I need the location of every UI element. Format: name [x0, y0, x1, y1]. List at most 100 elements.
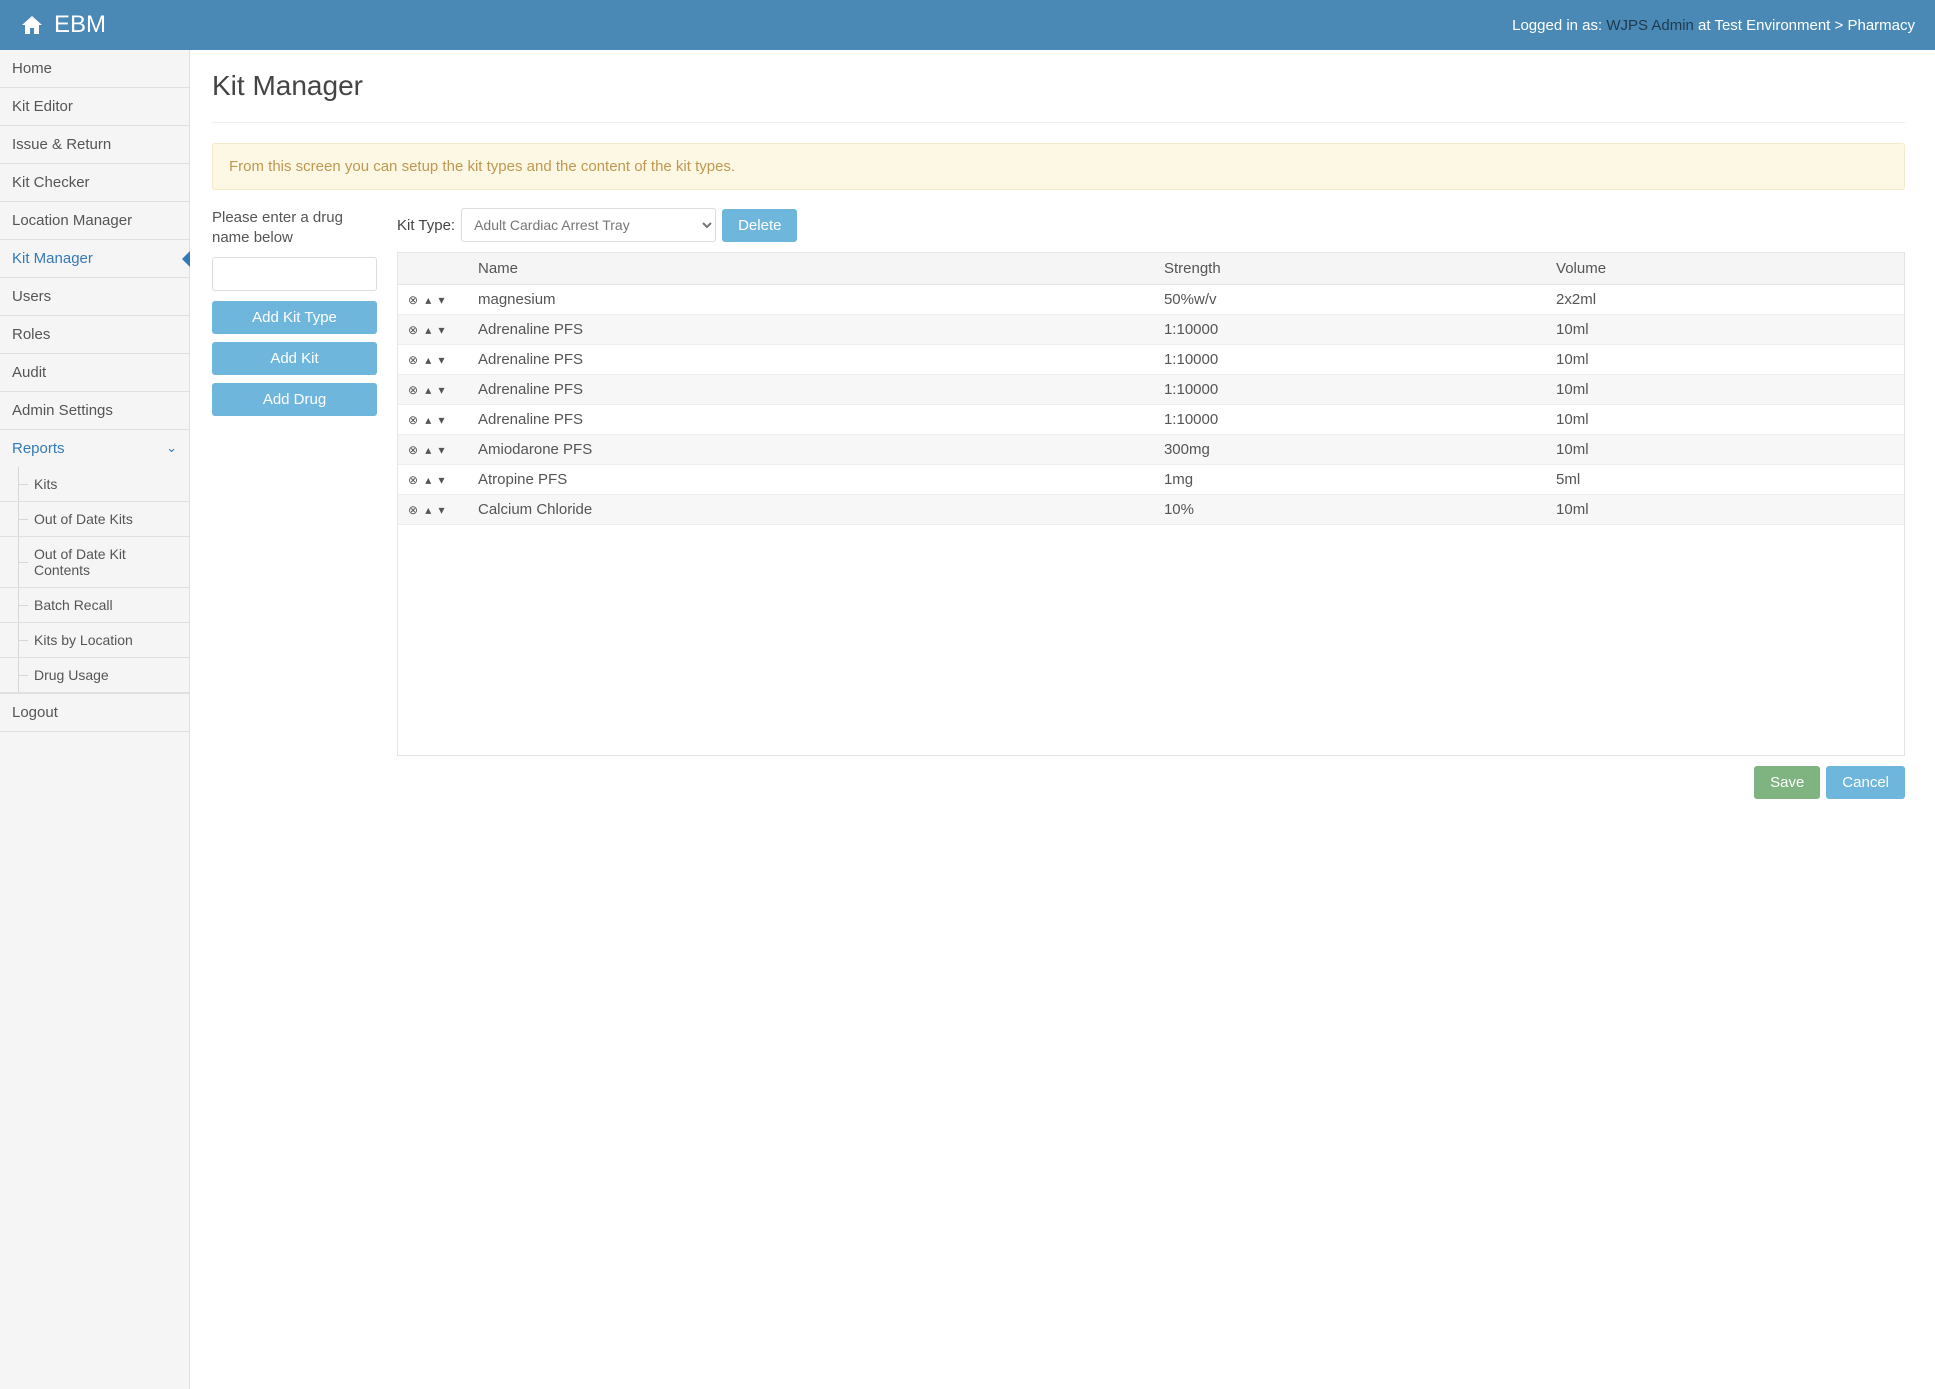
drug-hint: Please enter a drug name below [212, 208, 377, 247]
divider [212, 122, 1905, 123]
move-down-icon[interactable]: ▾ [438, 443, 444, 457]
move-up-icon[interactable]: ▴ [425, 473, 431, 487]
remove-icon[interactable]: ⊗ [408, 293, 418, 307]
table-empty-space [398, 525, 1904, 755]
move-down-icon[interactable]: ▾ [438, 503, 444, 517]
sidebar-item-kit-manager[interactable]: Kit Manager [0, 240, 189, 277]
brand[interactable]: EBM [20, 11, 106, 39]
col-name[interactable]: Name [468, 253, 1154, 285]
move-up-icon[interactable]: ▴ [425, 413, 431, 427]
kit-type-label: Kit Type: [397, 217, 455, 234]
remove-icon[interactable]: ⊗ [408, 383, 418, 397]
table-row: ⊗ ▴ ▾Atropine PFS1mg5ml [398, 465, 1904, 495]
remove-icon[interactable]: ⊗ [408, 353, 418, 367]
topbar: EBM Logged in as: WJPS Admin at Test Env… [0, 0, 1935, 50]
sidebar-item-home[interactable]: Home [0, 50, 189, 87]
table-row: ⊗ ▴ ▾magnesium50%w/v2x2ml [398, 285, 1904, 315]
cell-volume: 10ml [1546, 405, 1904, 435]
remove-icon[interactable]: ⊗ [408, 503, 418, 517]
sidebar: HomeKit EditorIssue & ReturnKit CheckerL… [0, 50, 190, 1389]
sidebar-subitem-out-of-date-kit-contents[interactable]: Out of Date Kit Contents [0, 537, 189, 587]
login-prefix: Logged in as: [1512, 17, 1606, 34]
login-location-link[interactable]: Pharmacy [1847, 17, 1915, 34]
login-status: Logged in as: WJPS Admin at Test Environ… [1512, 17, 1915, 34]
move-up-icon[interactable]: ▴ [425, 353, 431, 367]
add-kit-button[interactable]: Add Kit [212, 342, 377, 375]
chevron-down-icon: ⌄ [166, 440, 177, 456]
sidebar-item-logout[interactable]: Logout [0, 694, 189, 731]
move-down-icon[interactable]: ▾ [438, 323, 444, 337]
cell-volume: 5ml [1546, 465, 1904, 495]
move-down-icon[interactable]: ▾ [438, 293, 444, 307]
login-env-link[interactable]: Test Environment [1714, 17, 1830, 34]
save-button[interactable]: Save [1754, 766, 1820, 799]
login-user: WJPS Admin [1606, 17, 1694, 34]
move-up-icon[interactable]: ▴ [425, 383, 431, 397]
sidebar-item-admin-settings[interactable]: Admin Settings [0, 392, 189, 429]
cell-strength: 1:10000 [1154, 405, 1546, 435]
sidebar-item-issue-return[interactable]: Issue & Return [0, 126, 189, 163]
cell-volume: 10ml [1546, 495, 1904, 525]
cancel-button[interactable]: Cancel [1826, 766, 1905, 799]
cell-strength: 10% [1154, 495, 1546, 525]
move-down-icon[interactable]: ▾ [438, 353, 444, 367]
sidebar-subitem-kits-by-location[interactable]: Kits by Location [0, 623, 189, 657]
home-icon [20, 13, 44, 37]
drug-name-input[interactable] [212, 257, 377, 291]
table-row: ⊗ ▴ ▾Adrenaline PFS1:1000010ml [398, 405, 1904, 435]
move-up-icon[interactable]: ▴ [425, 293, 431, 307]
drug-entry-panel: Please enter a drug name below Add Kit T… [212, 208, 377, 424]
move-up-icon[interactable]: ▴ [425, 323, 431, 337]
col-volume[interactable]: Volume [1546, 253, 1904, 285]
reports-label: Reports [12, 440, 65, 457]
table-row: ⊗ ▴ ▾ Adrenaline PFS1:1000010ml [398, 375, 1904, 405]
page-title: Kit Manager [212, 70, 1905, 102]
move-up-icon[interactable]: ▴ [425, 503, 431, 517]
sidebar-subitem-out-of-date-kits[interactable]: Out of Date Kits [0, 502, 189, 536]
cell-name: Atropine PFS [468, 465, 1154, 495]
move-down-icon[interactable]: ▾ [438, 473, 444, 487]
cell-name: Amiodarone PFS [468, 435, 1154, 465]
cell-name: Calcium Chloride [468, 495, 1154, 525]
cell-volume: 10ml [1546, 375, 1904, 405]
cell-volume: 10ml [1546, 315, 1904, 345]
add-kit-type-button[interactable]: Add Kit Type [212, 301, 377, 334]
move-down-icon[interactable]: ▾ [438, 413, 444, 427]
cell-volume: 2x2ml [1546, 285, 1904, 315]
col-strength[interactable]: Strength [1154, 253, 1546, 285]
cell-strength: 1:10000 [1154, 315, 1546, 345]
cell-volume: 10ml [1546, 435, 1904, 465]
cell-name: Adrenaline PFS [468, 345, 1154, 375]
cell-name: Adrenaline PFS [468, 315, 1154, 345]
remove-icon[interactable]: ⊗ [408, 323, 418, 337]
cell-name: magnesium [468, 285, 1154, 315]
sidebar-item-reports[interactable]: Reports ⌄ [0, 430, 189, 467]
move-down-icon[interactable]: ▾ [438, 383, 444, 397]
cell-volume: 10ml [1546, 345, 1904, 375]
login-at: at [1694, 17, 1715, 34]
table-row: ⊗ ▴ ▾ Adrenaline PFS1:1000010ml [398, 315, 1904, 345]
remove-icon[interactable]: ⊗ [408, 413, 418, 427]
table-row: ⊗ ▴ ▾ Amiodarone PFS300mg10ml [398, 435, 1904, 465]
cell-name: Adrenaline PFS [468, 375, 1154, 405]
delete-button[interactable]: Delete [722, 209, 797, 242]
add-drug-button[interactable]: Add Drug [212, 383, 377, 416]
sidebar-subitem-batch-recall[interactable]: Batch Recall [0, 588, 189, 622]
action-bar: Save Cancel [397, 766, 1905, 799]
remove-icon[interactable]: ⊗ [408, 443, 418, 457]
cell-strength: 1:10000 [1154, 375, 1546, 405]
sidebar-item-roles[interactable]: Roles [0, 316, 189, 353]
main-content: Kit Manager From this screen you can set… [190, 50, 1935, 1389]
sidebar-item-users[interactable]: Users [0, 278, 189, 315]
sidebar-item-kit-editor[interactable]: Kit Editor [0, 88, 189, 125]
sidebar-subitem-drug-usage[interactable]: Drug Usage [0, 658, 189, 692]
sidebar-item-audit[interactable]: Audit [0, 354, 189, 391]
cell-strength: 300mg [1154, 435, 1546, 465]
move-up-icon[interactable]: ▴ [425, 443, 431, 457]
kit-type-select[interactable]: Adult Cardiac Arrest Tray [461, 208, 716, 242]
brand-label: EBM [54, 11, 106, 39]
remove-icon[interactable]: ⊗ [408, 473, 418, 487]
sidebar-item-kit-checker[interactable]: Kit Checker [0, 164, 189, 201]
sidebar-subitem-kits[interactable]: Kits [0, 467, 189, 501]
sidebar-item-location-manager[interactable]: Location Manager [0, 202, 189, 239]
